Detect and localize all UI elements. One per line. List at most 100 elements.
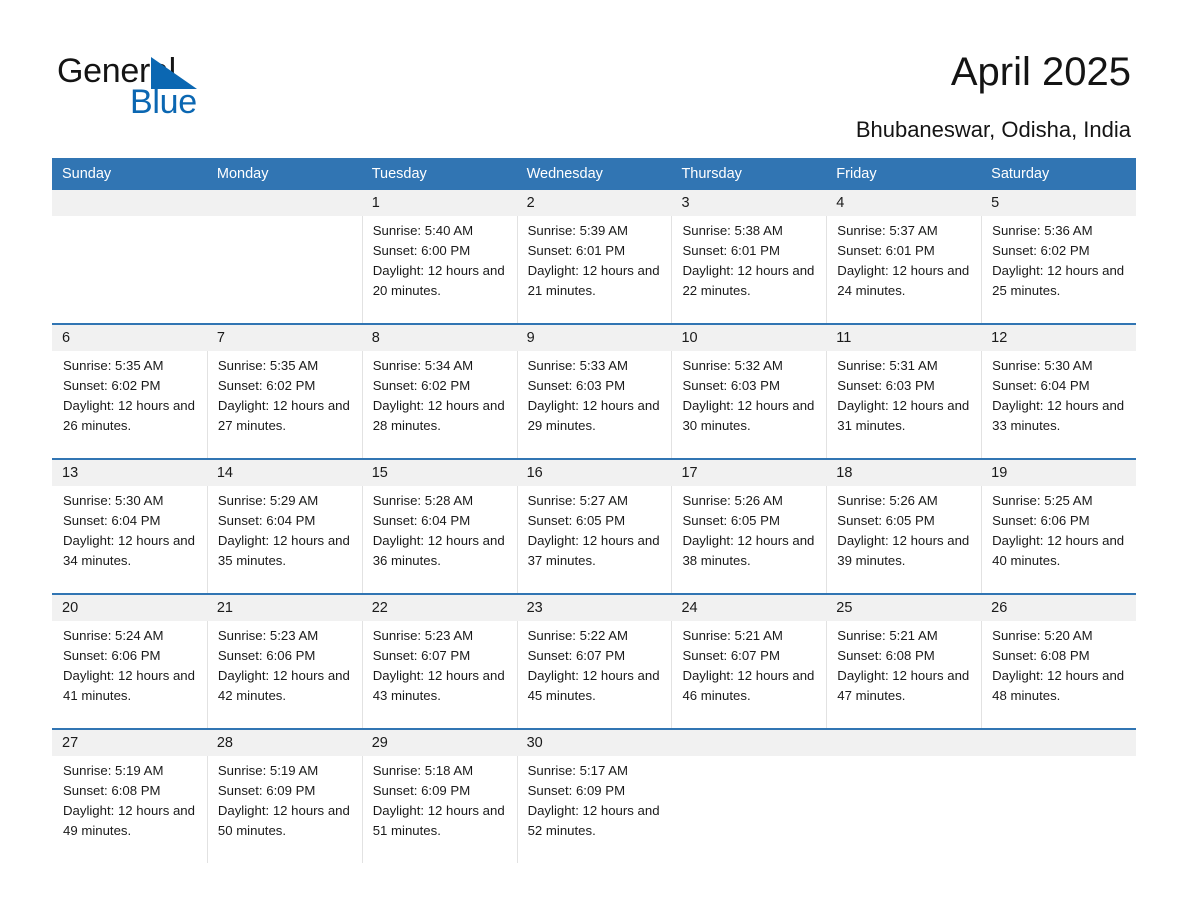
location-subtitle: Bhubaneswar, Odisha, India [855, 117, 1131, 142]
day-cell[interactable]: Sunrise: 5:18 AM Sunset: 6:09 PM Daylight:… [361, 756, 517, 863]
calendar-week-row: 13 14 15 16 17 18 19 Sunrise: 5:30 AM Sunset: 6:… [52, 458, 1136, 593]
day-number[interactable]: 25 [826, 595, 981, 621]
day-number[interactable]: 27 [52, 730, 207, 756]
daylight-text: Daylight: 12 hours and 24 minutes. [837, 263, 970, 298]
day-cell[interactable]: Sunrise: 5:29 AM Sunset: 6:04 PM Daylight:… [206, 486, 362, 593]
sunrise-text: Sunrise: 5:30 AM [992, 358, 1093, 373]
day-cell[interactable]: Sunrise: 5:22 AM Sunset: 6:07 PM Daylight:… [516, 621, 672, 728]
day-cell[interactable]: Sunrise: 5:34 AM Sunset: 6:02 PM Daylight:… [361, 351, 517, 458]
daylight-text: Daylight: 12 hours and 45 minutes. [527, 668, 660, 703]
sunrise-text: Sunrise: 5:24 AM [63, 628, 164, 643]
daylight-text: Daylight: 12 hours and 41 minutes. [63, 668, 195, 703]
sunset-text: Sunset: 6:09 PM [217, 783, 316, 798]
day-number[interactable]: 28 [207, 730, 362, 756]
day-number[interactable]: 20 [52, 595, 207, 621]
day-cell[interactable]: Sunrise: 5:33 AM Sunset: 6:03 PM Daylight:… [516, 351, 672, 458]
sunset-text: Sunset: 6:01 PM [682, 243, 780, 258]
day-cell[interactable]: Sunrise: 5:39 AM Sunset: 6:01 PM Daylight:… [516, 216, 672, 323]
day-number[interactable]: 14 [207, 460, 362, 486]
day-number[interactable]: 6 [52, 325, 207, 351]
day-cell[interactable]: Sunrise: 5:31 AM Sunset: 6:03 PM Daylight:… [826, 351, 981, 458]
day-cell[interactable]: Sunrise: 5:38 AM Sunset: 6:01 PM Daylight:… [671, 216, 826, 323]
sunrise-text: Sunrise: 5:28 AM [372, 493, 474, 508]
day-cell[interactable]: Sunrise: 5:40 AM Sunset: 6:00 PM Daylight:… [361, 216, 517, 323]
sunset-text: Sunset: 6:06 PM [217, 648, 316, 663]
day-number[interactable]: 11 [826, 325, 981, 351]
day-cell[interactable]: Sunrise: 5:37 AM Sunset: 6:01 PM Daylight:… [826, 216, 981, 323]
day-number[interactable]: 3 [671, 190, 826, 216]
day-cell[interactable]: Sunrise: 5:28 AM Sunset: 6:04 PM Daylight:… [361, 486, 517, 593]
day-cell[interactable]: Sunrise: 5:23 AM Sunset: 6:07 PM Daylight:… [361, 621, 517, 728]
day-number[interactable]: 21 [207, 595, 362, 621]
day-number[interactable]: 23 [517, 595, 672, 621]
day-cell[interactable]: Sunrise: 5:36 AM Sunset: 6:02 PM Daylight:… [981, 216, 1136, 323]
day-number[interactable]: 8 [362, 325, 517, 351]
day-cell[interactable]: Sunrise: 5:23 AM Sunset: 6:06 PM Daylight:… [206, 621, 362, 728]
day-number[interactable]: 4 [826, 190, 981, 216]
day-number[interactable]: 22 [362, 595, 517, 621]
calendar-week-row: 27 28 29 30 Sunrise: 5:19 AM Sunset: 6:08 PM D… [52, 728, 1136, 863]
day-cell[interactable]: Sunrise: 5:26 AM Sunset: 6:05 PM Daylight:… [826, 486, 981, 593]
day-cell[interactable]: Sunrise: 5:24 AM Sunset: 6:06 PM Daylight:… [52, 621, 207, 728]
page-header: General Blue April 2025 Bhubaneswar, Odi… [0, 0, 1188, 158]
daylight-text: Daylight: 12 hours and 36 minutes. [372, 533, 505, 568]
day-cell-empty [826, 756, 981, 863]
day-cell[interactable]: Sunrise: 5:25 AM Sunset: 6:06 PM Daylight:… [981, 486, 1136, 593]
day-cell[interactable]: Sunrise: 5:19 AM Sunset: 6:09 PM Daylight:… [206, 756, 362, 863]
day-number[interactable]: 30 [517, 730, 672, 756]
day-number[interactable]: 9 [517, 325, 672, 351]
day-cell[interactable]: Sunrise: 5:27 AM Sunset: 6:05 PM Daylight:… [516, 486, 672, 593]
day-cell[interactable]: Sunrise: 5:21 AM Sunset: 6:07 PM Daylight:… [671, 621, 826, 728]
daylight-text: Daylight: 12 hours and 51 minutes. [372, 803, 505, 838]
sunrise-text: Sunrise: 5:32 AM [682, 358, 783, 373]
day-number[interactable]: 10 [671, 325, 826, 351]
day-cell[interactable]: Sunrise: 5:35 AM Sunset: 6:02 PM Daylight:… [52, 351, 207, 458]
week-date-band: 27 28 29 30 [52, 730, 1136, 756]
sunrise-text: Sunrise: 5:37 AM [837, 223, 938, 238]
sunrise-text: Sunrise: 5:18 AM [372, 763, 474, 778]
sunrise-text: Sunrise: 5:23 AM [217, 628, 319, 643]
day-number[interactable]: 5 [981, 190, 1136, 216]
daylight-text: Daylight: 12 hours and 39 minutes. [837, 533, 970, 568]
daylight-text: Daylight: 12 hours and 31 minutes. [837, 398, 970, 433]
day-number[interactable]: 13 [52, 460, 207, 486]
day-number[interactable]: 12 [981, 325, 1136, 351]
daylight-text: Daylight: 12 hours and 46 minutes. [682, 668, 815, 703]
day-cell[interactable]: Sunrise: 5:20 AM Sunset: 6:08 PM Daylight:… [981, 621, 1136, 728]
day-number[interactable]: 16 [517, 460, 672, 486]
day-cell[interactable]: Sunrise: 5:35 AM Sunset: 6:02 PM Daylight:… [206, 351, 362, 458]
calendar-grid: Sunday Monday Tuesday Wednesday Thursday Frid… [52, 158, 1136, 863]
day-cell[interactable]: Sunrise: 5:26 AM Sunset: 6:05 PM Daylight:… [671, 486, 826, 593]
sunrise-text: Sunrise: 5:21 AM [682, 628, 783, 643]
day-cell[interactable]: Sunrise: 5:21 AM Sunset: 6:08 PM Daylight:… [826, 621, 981, 728]
day-number[interactable]: 24 [671, 595, 826, 621]
day-number[interactable]: 17 [671, 460, 826, 486]
daylight-text: Daylight: 12 hours and 42 minutes. [217, 668, 350, 703]
daylight-text: Daylight: 12 hours and 47 minutes. [837, 668, 970, 703]
daylight-text: Daylight: 12 hours and 43 minutes. [372, 668, 505, 703]
day-number[interactable]: 15 [362, 460, 517, 486]
sunrise-text: Sunrise: 5:31 AM [837, 358, 938, 373]
sunset-text: Sunset: 6:02 PM [63, 378, 161, 393]
sunrise-text: Sunrise: 5:20 AM [992, 628, 1093, 643]
day-cell[interactable]: Sunrise: 5:17 AM Sunset: 6:09 PM Daylight:… [516, 756, 672, 863]
sunset-text: Sunset: 6:04 PM [372, 513, 471, 528]
day-cell[interactable]: Sunrise: 5:19 AM Sunset: 6:08 PM Daylight:… [52, 756, 207, 863]
day-number[interactable]: 7 [207, 325, 362, 351]
calendar-week-row: 6 7 8 9 10 11 12 Sunrise: 5:35 AM Sunset: 6:02 P… [52, 323, 1136, 458]
day-number[interactable]: 29 [362, 730, 517, 756]
day-number[interactable]: 1 [362, 190, 517, 216]
day-number[interactable]: 18 [826, 460, 981, 486]
day-cell[interactable]: Sunrise: 5:30 AM Sunset: 6:04 PM Daylight:… [52, 486, 207, 593]
day-number[interactable]: 2 [517, 190, 672, 216]
day-number[interactable]: 19 [981, 460, 1136, 486]
weekday-header-sunday: Sunday [62, 166, 112, 182]
day-cell[interactable]: Sunrise: 5:32 AM Sunset: 6:03 PM Daylight:… [671, 351, 826, 458]
day-number[interactable]: 26 [981, 595, 1136, 621]
week-date-band: 6 7 8 9 10 11 12 [52, 325, 1136, 351]
sunrise-text: Sunrise: 5:21 AM [837, 628, 938, 643]
day-cell-empty [981, 756, 1136, 863]
day-cell[interactable]: Sunrise: 5:30 AM Sunset: 6:04 PM Daylight:… [981, 351, 1136, 458]
sunrise-text: Sunrise: 5:26 AM [837, 493, 938, 508]
week-detail-band: Sunrise: 5:30 AM Sunset: 6:04 PM Daylight:… [52, 486, 1136, 593]
